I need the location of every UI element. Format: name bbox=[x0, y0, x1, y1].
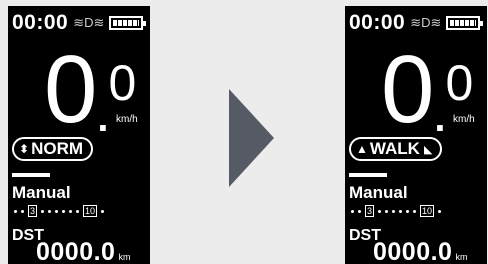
scale-dot bbox=[55, 209, 59, 213]
up-arrow-icon: ▲ bbox=[356, 142, 368, 156]
status-bar: 00:00 ≋D≋ bbox=[349, 11, 484, 34]
display-screen-normal: 00:00 ≋D≋ 0 . 0 km/h ⬍ NORM Manual 3 10 … bbox=[8, 6, 150, 264]
scale-dot bbox=[41, 209, 45, 213]
trip-distance: 0000.0 km bbox=[373, 238, 467, 264]
speed-unit: km/h bbox=[453, 114, 475, 125]
clock-time: 00:00 bbox=[349, 11, 406, 34]
scale-dot bbox=[358, 209, 361, 213]
battery-full-icon bbox=[109, 16, 147, 30]
up-down-arrow-icon: ⬍ bbox=[19, 142, 30, 156]
scale-dot bbox=[48, 209, 52, 213]
assist-mode-badge: ⬍ NORM bbox=[12, 137, 94, 161]
assist-bar-segment bbox=[12, 173, 50, 177]
speed-integer: 0 bbox=[381, 36, 435, 143]
speed-readout: 0 . 0 bbox=[44, 36, 137, 143]
speed-decimal-point: . bbox=[97, 96, 109, 140]
scale-high-marker: 10 bbox=[420, 205, 435, 217]
gear-scale: 3 10 bbox=[351, 205, 442, 217]
scale-dot bbox=[21, 209, 24, 213]
display-screen-walk: 00:00 ≋D≋ 0 . 0 km/h ▲ WALK ◣ Manual 3 1… bbox=[345, 6, 487, 264]
assist-label: Manual bbox=[349, 183, 408, 202]
scale-dot bbox=[399, 209, 403, 213]
trip-distance: 0000.0 km bbox=[36, 238, 130, 264]
scale-dot bbox=[406, 209, 410, 213]
speed-decimal: 0 bbox=[108, 55, 137, 111]
scale-dot bbox=[351, 209, 354, 213]
scale-dot bbox=[62, 209, 66, 213]
scale-low-marker: 3 bbox=[365, 205, 375, 217]
scale-dot bbox=[413, 209, 417, 213]
assist-mode-label: NORM bbox=[31, 139, 84, 158]
speed-unit: km/h bbox=[116, 114, 138, 125]
trip-distance-value: 0000.0 bbox=[373, 238, 453, 264]
scale-dot bbox=[101, 209, 105, 213]
scale-high-marker: 10 bbox=[83, 205, 98, 217]
assist-mode-label: WALK bbox=[369, 139, 420, 158]
speed-decimal-point: . bbox=[434, 96, 446, 140]
speed-decimal: 0 bbox=[445, 55, 474, 111]
trip-distance-unit: km bbox=[118, 252, 131, 262]
status-bar: 00:00 ≋D≋ bbox=[12, 11, 147, 34]
assist-level-bar bbox=[349, 173, 387, 177]
scale-dot bbox=[438, 209, 442, 213]
arrow-right-icon bbox=[229, 89, 274, 187]
headlight-icon: ≋D≋ bbox=[410, 15, 442, 30]
assist-bar-segment bbox=[349, 173, 387, 177]
gear-scale: 3 10 bbox=[14, 205, 105, 217]
scale-dot bbox=[69, 209, 73, 213]
scale-dot bbox=[14, 209, 17, 213]
assist-level-bar bbox=[12, 173, 50, 177]
trip-distance-unit: km bbox=[455, 252, 468, 262]
battery-full-icon bbox=[446, 16, 484, 30]
speed-integer: 0 bbox=[44, 36, 98, 143]
walk-icon: ◣ bbox=[423, 143, 433, 156]
scale-low-marker: 3 bbox=[28, 205, 38, 217]
scale-dot bbox=[378, 209, 382, 213]
assist-mode-badge: ▲ WALK ◣ bbox=[349, 137, 443, 161]
clock-time: 00:00 bbox=[12, 11, 69, 34]
scale-dot bbox=[392, 209, 396, 213]
trip-distance-value: 0000.0 bbox=[36, 238, 116, 264]
assist-label: Manual bbox=[12, 183, 71, 202]
scale-dot bbox=[385, 209, 389, 213]
speed-readout: 0 . 0 bbox=[381, 36, 474, 143]
headlight-icon: ≋D≋ bbox=[73, 15, 105, 30]
scale-dot bbox=[76, 209, 80, 213]
